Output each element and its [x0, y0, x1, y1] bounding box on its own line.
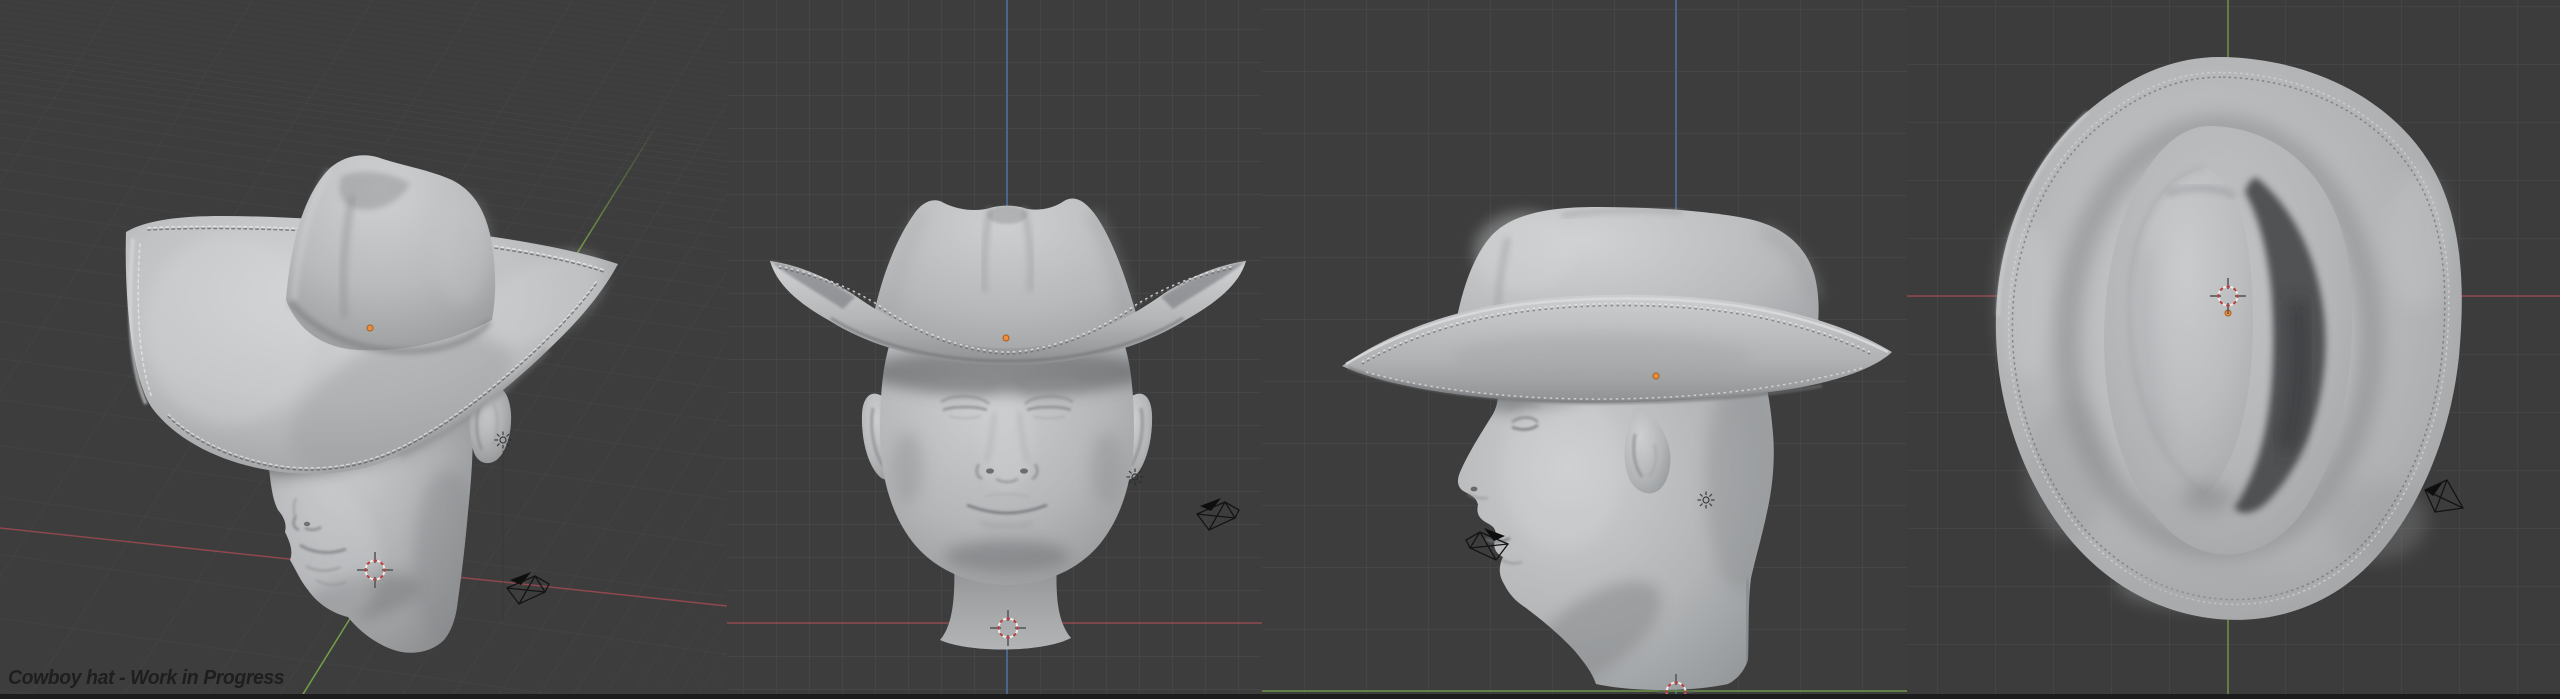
origin-dot	[367, 325, 373, 331]
cowboy-hat[interactable]	[1342, 207, 1892, 403]
viewport-top[interactable]	[1907, 0, 2560, 699]
model-side	[1262, 0, 1907, 699]
window-bottom-edge	[0, 694, 2560, 699]
cowboy-hat[interactable]	[1996, 57, 2462, 620]
origin-dot	[1003, 335, 1009, 341]
camera-up-triangle	[2425, 482, 2443, 496]
blender-viewport-montage: Cowboy hat - Work in Progress	[0, 0, 2560, 699]
model-front	[727, 0, 1262, 699]
mannequin-head[interactable]	[862, 318, 1152, 650]
camera-gizmo[interactable]	[1197, 498, 1239, 530]
sun-lamp-gizmo[interactable]	[1127, 469, 1144, 486]
camera-gizmo[interactable]	[2425, 480, 2463, 512]
camera-gizmo[interactable]	[507, 572, 549, 604]
origin-dot	[1653, 373, 1659, 379]
model-top	[1907, 0, 2560, 699]
viewport-front[interactable]	[727, 0, 1262, 699]
watermark-text: Cowboy hat - Work in Progress	[8, 667, 284, 690]
viewport-perspective[interactable]	[0, 0, 727, 699]
model-perspective	[0, 0, 727, 699]
viewport-side[interactable]	[1262, 0, 1907, 699]
